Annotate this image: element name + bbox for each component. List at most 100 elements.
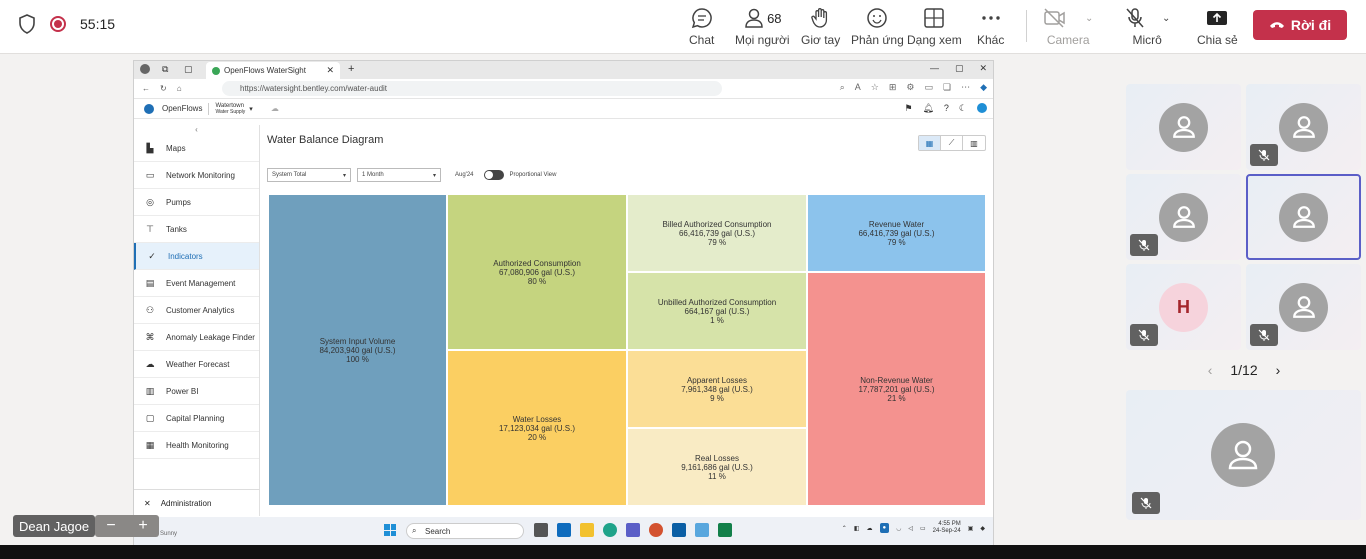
chevron-right-icon[interactable]: › (1276, 362, 1281, 378)
people-button[interactable]: 68 Mọi người (735, 6, 790, 48)
app-icon[interactable] (695, 523, 709, 537)
shield-icon[interactable] (18, 14, 36, 34)
balance-cell-billed[interactable]: Billed Authorized Consumption 66,416,739 … (627, 194, 807, 272)
balance-cell-revenue[interactable]: Revenue Water 66,416,739 gal (U.S.) 79 % (807, 194, 986, 272)
split-icon[interactable]: ▭ (924, 82, 933, 93)
zoom-out-icon[interactable]: − (106, 517, 115, 535)
sidebar-item-anomaly-leakage-finder[interactable]: ⌘ Anomaly Leakage Finder (134, 324, 259, 351)
sidebar-item-network-monitoring[interactable]: ▭ Network Monitoring (134, 162, 259, 189)
back-icon[interactable]: ← (142, 84, 150, 93)
chevron-down-icon[interactable]: ⌄ (1162, 13, 1170, 24)
chevron-up-icon[interactable]: ⌃ (842, 525, 847, 532)
files-app-icon[interactable] (580, 523, 594, 537)
balance-cell-water-losses[interactable]: Water Losses 17,123,034 gal (U.S.) 20 % (447, 350, 627, 506)
zoom-in-icon[interactable]: + (138, 517, 147, 535)
participant-tile[interactable] (1126, 174, 1241, 260)
chevron-left-icon[interactable]: ‹ (1208, 362, 1213, 378)
outlook-app-icon[interactable] (557, 523, 571, 537)
balance-cell-apparent[interactable]: Apparent Losses 7,961,348 gal (U.S.) 9 % (627, 350, 807, 428)
copilot-icon[interactable]: ◆ (980, 82, 987, 93)
flag-icon[interactable]: ⚑ (904, 103, 912, 114)
period-select[interactable]: 1 Month ▾ (357, 168, 441, 182)
user-avatar[interactable] (977, 103, 987, 113)
edge-app-icon[interactable] (603, 523, 617, 537)
raise-hand-button[interactable]: Giơ tay (801, 6, 840, 48)
close-window-icon[interactable]: ✕ (979, 63, 987, 74)
system-select[interactable]: System Total ▾ (267, 168, 351, 182)
participant-tile-large[interactable] (1126, 390, 1361, 520)
balance-cell-authorized[interactable]: Authorized Consumption 67,080,906 gal (U.… (447, 194, 627, 350)
sidebar-item-event-management[interactable]: ▤ Event Management (134, 270, 259, 297)
wifi-icon[interactable]: ◡ (896, 525, 901, 532)
tray-icon[interactable]: ◧ (854, 525, 860, 532)
mic-tray-icon[interactable]: ● (879, 523, 890, 533)
participant-tile[interactable] (1246, 264, 1361, 350)
explorer-app-icon[interactable] (534, 523, 548, 537)
app-icon[interactable] (718, 523, 732, 537)
teams-app-icon[interactable] (626, 523, 640, 537)
sidebar-item-customer-analytics[interactable]: ⚇ Customer Analytics (134, 297, 259, 324)
camera-button[interactable]: ⌄ Camera (1043, 6, 1093, 48)
bar-chart-icon[interactable]: ▥ (963, 136, 985, 150)
minimize-icon[interactable]: — (930, 63, 939, 74)
more-browser-icon[interactable]: ⋯ (961, 82, 970, 93)
chat-button[interactable]: Chat (689, 6, 714, 48)
read-aloud-icon[interactable]: A (855, 82, 861, 93)
participant-tile[interactable] (1246, 84, 1361, 170)
chevron-down-icon[interactable]: ⌄ (1085, 13, 1093, 24)
refresh-icon[interactable]: ↻ (160, 84, 167, 93)
sidebar-item-capital-planning[interactable]: ▢ Capital Planning (134, 405, 259, 432)
maximize-icon[interactable]: ▢ (955, 63, 964, 74)
sidebar-item-health-monitoring[interactable]: ▦ Health Monitoring (134, 432, 259, 459)
sidebar-item-administration[interactable]: ✕ Administration (134, 489, 260, 516)
more-button[interactable]: Khác (977, 6, 1004, 48)
proportional-view-toggle[interactable] (483, 170, 504, 180)
windows-start-icon[interactable] (384, 524, 396, 536)
profile-icon[interactable] (140, 64, 150, 74)
chevron-down-icon[interactable]: ▾ (249, 105, 253, 113)
share-button[interactable]: Chia sẻ (1197, 6, 1238, 48)
tab-actions-icon[interactable]: ▢ (184, 64, 193, 75)
zoom-icon[interactable]: ⌕ (840, 82, 845, 93)
app-icon[interactable] (672, 523, 686, 537)
extensions-icon[interactable]: ⊞ (889, 82, 897, 93)
copilot-tray-icon[interactable]: ◆ (980, 525, 985, 532)
org-selector[interactable]: Watertown Water Supply (215, 103, 245, 115)
bell-icon[interactable]: 🔔︎ (922, 103, 933, 114)
sidebar-item-maps[interactable]: ▙ Maps (134, 135, 259, 162)
participant-tile[interactable]: H (1126, 264, 1241, 350)
notification-icon[interactable]: ▣ (968, 525, 974, 532)
balance-cell-real[interactable]: Real Losses 9,161,686 gal (U.S.) 11 % (627, 428, 807, 506)
url-field[interactable]: https://watersight.bentley.com/water-aud… (222, 81, 722, 96)
grid-view-icon[interactable]: ▦ (919, 136, 941, 150)
taskbar-search[interactable]: ⌕ Search (406, 523, 524, 539)
close-tab-icon[interactable]: ✕ (326, 65, 334, 76)
home-icon[interactable]: ⌂ (177, 84, 182, 93)
browser-tab[interactable]: OpenFlows WaterSight ✕ (206, 62, 340, 79)
battery-icon[interactable]: ▭ (920, 525, 926, 532)
leave-button[interactable]: Rời đi (1253, 10, 1347, 40)
powerpoint-app-icon[interactable] (649, 523, 663, 537)
balance-cell-unbilled[interactable]: Unbilled Authorized Consumption 664,167 g… (627, 272, 807, 350)
volume-icon[interactable]: ◁ (908, 525, 913, 532)
sidebar-item-indicators[interactable]: ✓ Indicators (134, 243, 259, 270)
participant-tile[interactable] (1126, 84, 1241, 170)
line-chart-icon[interactable]: ⟋ (941, 136, 963, 150)
participant-tile[interactable] (1246, 174, 1361, 260)
mic-button[interactable]: ⌄ Micrô (1124, 6, 1170, 48)
sidebar-item-power-bi[interactable]: ▥ Power BI (134, 378, 259, 405)
view-button[interactable]: Dạng xem (907, 6, 962, 48)
favorite-icon[interactable]: ☆ (871, 82, 879, 93)
balance-cell-system-input[interactable]: System Input Volume 84,203,940 gal (U.S.)… (268, 194, 447, 506)
reaction-button[interactable]: Phản ứng (851, 6, 904, 48)
new-tab-icon[interactable]: + (348, 63, 354, 75)
collapse-sidebar-icon[interactable]: ‹ (134, 125, 259, 135)
collections-icon[interactable]: ❏ (943, 82, 951, 93)
workspaces-icon[interactable]: ⧉ (162, 64, 168, 75)
balance-cell-nonrevenue[interactable]: Non-Revenue Water 17,787,201 gal (U.S.) 21… (807, 272, 986, 506)
theme-icon[interactable]: ☾ (959, 103, 967, 114)
settings-icon[interactable]: ⚙ (906, 82, 914, 93)
onedrive-icon[interactable]: ☁ (867, 525, 873, 532)
clock[interactable]: 4:55 PM 24-Sep-24 (933, 521, 961, 535)
sidebar-item-pumps[interactable]: ◎ Pumps (134, 189, 259, 216)
